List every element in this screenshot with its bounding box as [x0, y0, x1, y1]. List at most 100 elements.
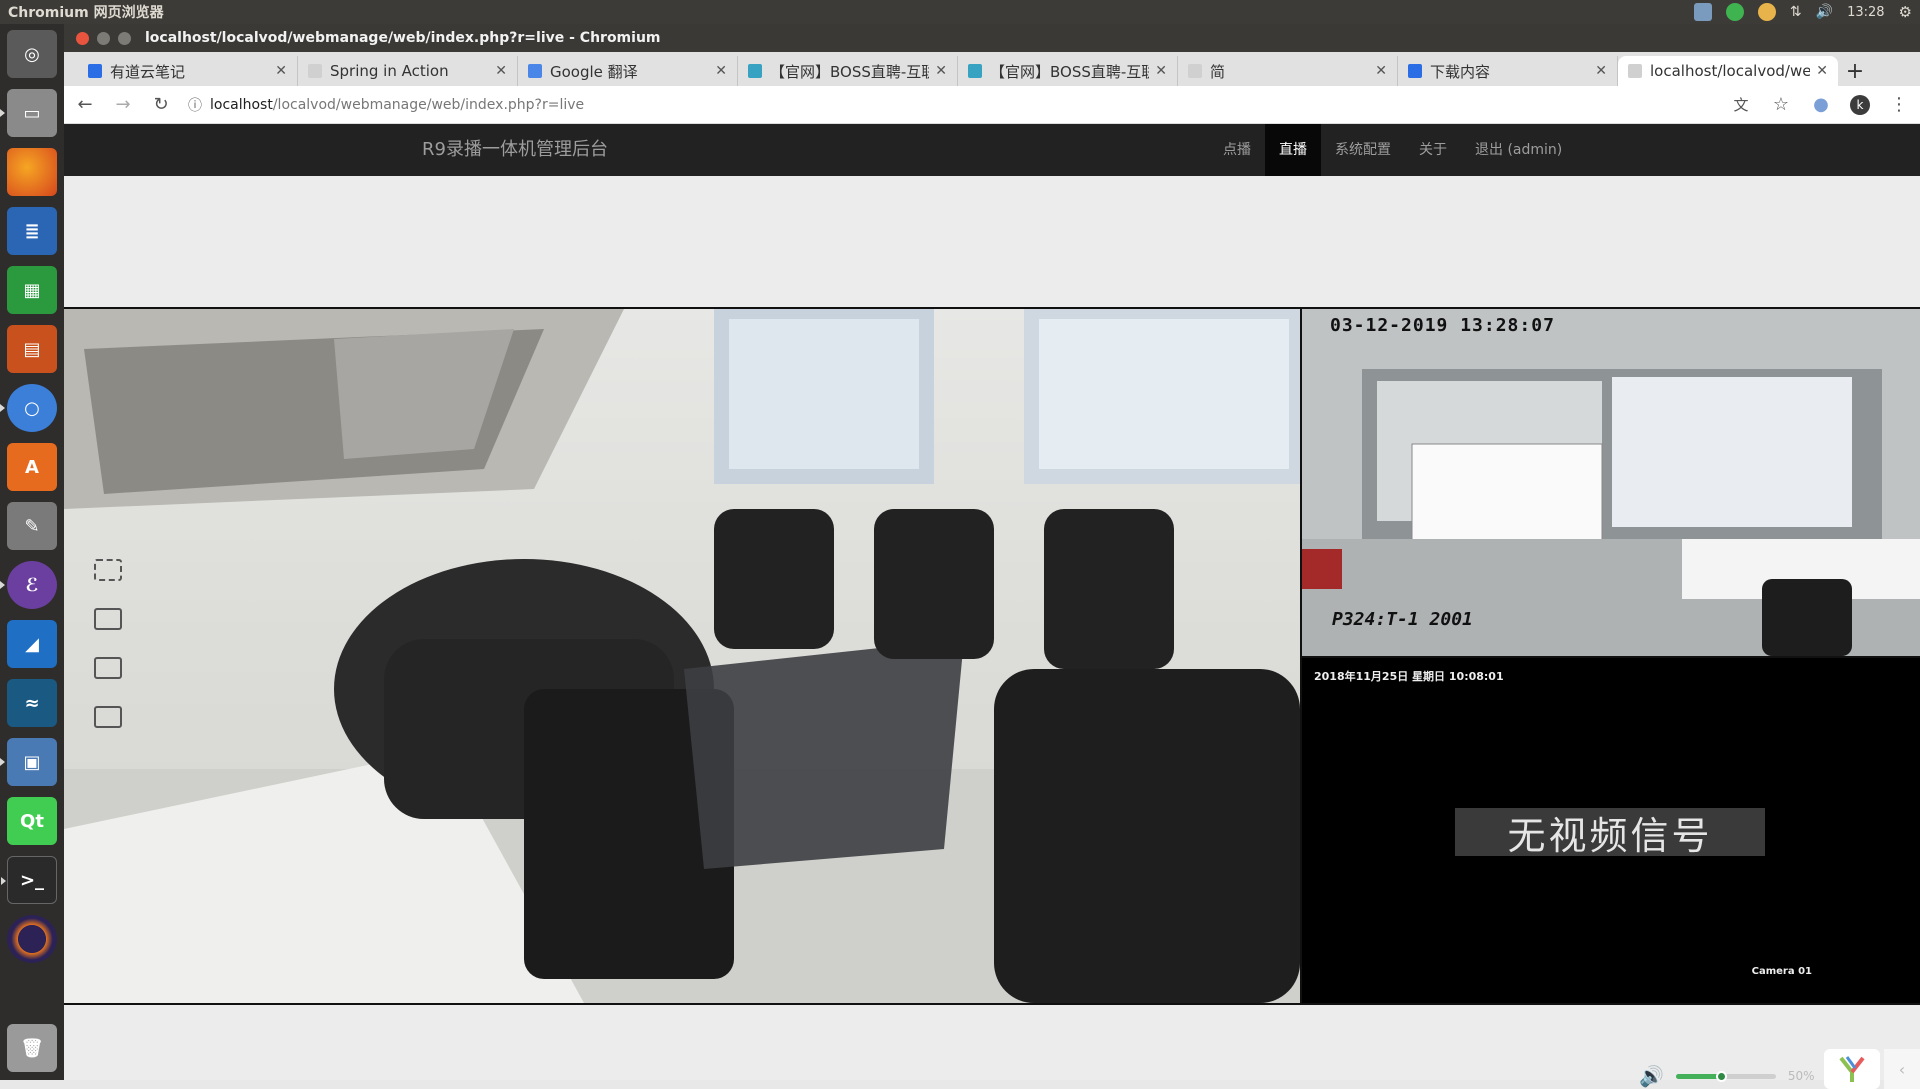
address-bar[interactable]: ⓘ localhost/localvod/webmanage/web/index…: [188, 95, 1714, 115]
sound-icon[interactable]: 🔊: [1816, 4, 1833, 20]
close-tab-icon[interactable]: ✕: [715, 63, 727, 79]
unity-launcher: ◎ ▭ ≣ ▦ ▤ ○ A ✎ ℰ ◢ ≈ ▣ Qt >_ 🗑: [0, 24, 64, 1080]
tab-downloads[interactable]: 下载内容 ✕: [1398, 56, 1618, 86]
youdao-favicon-icon: [88, 64, 102, 78]
nav-live[interactable]: 直播: [1265, 124, 1321, 176]
cam2-label: Camera 01: [1751, 966, 1812, 977]
site-info-icon[interactable]: ⓘ: [188, 95, 202, 115]
input-method-icon[interactable]: [1693, 3, 1712, 21]
trash-icon[interactable]: 🗑: [7, 1024, 57, 1072]
close-tab-icon[interactable]: ✕: [1595, 63, 1607, 79]
system-tray: ⇅ 🔊 13:28 ⚙: [1693, 3, 1912, 21]
boss-favicon-icon: [968, 64, 982, 78]
volume-slider[interactable]: [1675, 1070, 1776, 1082]
tab-youdao-notes[interactable]: 有道云笔记 ✕: [78, 56, 298, 86]
close-tab-icon[interactable]: ✕: [935, 63, 947, 79]
mysql-workbench-icon[interactable]: ≈: [7, 679, 57, 727]
tab-jian[interactable]: 简 ✕: [1178, 56, 1398, 86]
page-content: R9录播一体机管理后台 点播 直播 系统配置 关于 退出 (admin) 03-…: [64, 124, 1920, 1089]
close-tab-icon[interactable]: ✕: [1816, 63, 1828, 79]
extension-icon[interactable]: ●: [1810, 94, 1832, 115]
forward-arrow-icon[interactable]: →: [112, 94, 134, 115]
qt-creator-icon[interactable]: Qt: [7, 797, 57, 845]
no-signal-message: 无视频信号: [1455, 808, 1765, 858]
page-favicon-icon: [308, 64, 322, 78]
close-tab-icon[interactable]: ✕: [1375, 63, 1387, 79]
download-favicon-icon: [1408, 64, 1422, 78]
terminal-icon[interactable]: >_: [1, 856, 57, 904]
boss-favicon-icon: [748, 64, 762, 78]
cam1-timestamp: 03-12-2019 13:28:07: [1330, 315, 1555, 336]
cam1-label: P324:T-1 2001: [1332, 609, 1473, 630]
close-tab-icon[interactable]: ✕: [1155, 63, 1167, 79]
software-center-icon[interactable]: A: [7, 443, 57, 491]
close-tab-icon[interactable]: ✕: [495, 63, 507, 79]
calc-icon[interactable]: ▦: [7, 266, 57, 314]
remote-desktop-icon[interactable]: ▣: [0, 738, 57, 786]
google-translate-favicon-icon: [528, 64, 542, 78]
main-video-feed[interactable]: [64, 309, 1300, 1003]
page-favicon-icon: [1188, 64, 1202, 78]
live-video-grid: 03-12-2019 13:28:07 P324:T-1 2001 2018年1…: [64, 307, 1920, 1005]
toolbar-actions: 文 ☆ ● k ⋮: [1730, 94, 1910, 115]
site-nav: 点播 直播 系统配置 关于 退出 (admin): [1209, 124, 1576, 176]
chromium-icon[interactable]: ○: [0, 384, 57, 432]
speaker-icon[interactable]: 🔊: [1639, 1064, 1664, 1088]
network-icon[interactable]: ⇅: [1790, 4, 1802, 20]
maximize-window-icon[interactable]: [118, 31, 131, 45]
window-titlebar: localhost/localvod/webmanage/web/index.p…: [64, 24, 1920, 52]
profile-avatar[interactable]: k: [1850, 94, 1870, 115]
system-settings-icon[interactable]: ✎: [7, 502, 57, 550]
nav-system-config[interactable]: 系统配置: [1321, 124, 1405, 176]
tab-google-translate[interactable]: Google 翻译 ✕: [518, 56, 738, 86]
new-tab-button[interactable]: +: [1838, 56, 1872, 86]
tab-spring-in-action[interactable]: Spring in Action ✕: [298, 56, 518, 86]
nav-about[interactable]: 关于: [1405, 124, 1461, 176]
writer-icon[interactable]: ≣: [7, 207, 57, 255]
back-arrow-icon[interactable]: ←: [74, 94, 96, 115]
playback-icon[interactable]: [94, 657, 122, 679]
impress-icon[interactable]: ▤: [7, 325, 57, 373]
files-icon[interactable]: ▭: [0, 89, 57, 137]
minimize-window-icon[interactable]: [97, 31, 110, 45]
site-navbar: R9录播一体机管理后台 点播 直播 系统配置 关于 退出 (admin): [64, 124, 1920, 176]
page-favicon-icon: [1628, 64, 1642, 78]
screen-display-icon[interactable]: [94, 706, 122, 728]
volume-control: 🔊 50%: [1639, 1064, 1815, 1088]
film-record-icon[interactable]: [94, 608, 122, 630]
settings-gear-icon[interactable]: ⚙: [1899, 3, 1912, 21]
nav-vod[interactable]: 点播: [1209, 124, 1265, 176]
site-brand[interactable]: R9录播一体机管理后台: [422, 124, 608, 176]
layout-switch-icon[interactable]: [94, 559, 122, 581]
yii-logo-icon[interactable]: [1824, 1049, 1880, 1089]
tab-strip: 有道云笔记 ✕ Spring in Action ✕ Google 翻译 ✕ 【…: [64, 52, 1920, 86]
browser-window: localhost/localvod/webmanage/web/index.p…: [64, 24, 1920, 1089]
telegram-icon[interactable]: [1725, 3, 1744, 21]
emacs-icon[interactable]: ℰ: [0, 561, 57, 609]
qq-icon[interactable]: [1757, 3, 1776, 21]
wireshark-icon[interactable]: ◢: [7, 620, 57, 668]
translate-icon[interactable]: 文: [1730, 94, 1752, 115]
tab-localhost-live[interactable]: localhost/localvod/web ✕: [1618, 56, 1838, 86]
cam2-timestamp: 2018年11月25日 星期日 10:08:01: [1314, 670, 1504, 683]
window-title: localhost/localvod/webmanage/web/index.p…: [145, 30, 661, 46]
clock[interactable]: 13:28: [1847, 5, 1884, 20]
collapse-chevron-icon[interactable]: ‹: [1884, 1049, 1920, 1089]
system-top-bar: Chromium 网页浏览器 ⇅ 🔊 13:28 ⚙: [0, 0, 1920, 24]
bookmark-star-icon[interactable]: ☆: [1770, 94, 1792, 115]
close-tab-icon[interactable]: ✕: [275, 63, 287, 79]
classroom-video-feed[interactable]: 03-12-2019 13:28:07 P324:T-1 2001: [1302, 309, 1920, 656]
firefox-icon[interactable]: [7, 148, 57, 196]
close-window-icon[interactable]: [76, 31, 89, 45]
nav-logout[interactable]: 退出 (admin): [1461, 124, 1576, 176]
browser-toolbar: ← → ↻ ⓘ localhost/localvod/webmanage/web…: [64, 86, 1920, 124]
dash-icon[interactable]: ◎: [7, 30, 57, 78]
reload-icon[interactable]: ↻: [150, 94, 172, 115]
no-signal-video-feed[interactable]: 2018年11月25日 星期日 10:08:01 无视频信号 Camera 01: [1302, 658, 1920, 1003]
eclipse-icon[interactable]: [7, 915, 57, 963]
active-app-name: Chromium 网页浏览器: [8, 5, 164, 21]
tab-boss-zhipin-2[interactable]: 【官网】BOSS直聘-互联 ✕: [958, 56, 1178, 86]
tab-boss-zhipin-1[interactable]: 【官网】BOSS直聘-互联 ✕: [738, 56, 958, 86]
url-path: /localvod/webmanage/web/index.php?r=live: [272, 96, 585, 113]
menu-kebab-icon[interactable]: ⋮: [1888, 94, 1910, 115]
